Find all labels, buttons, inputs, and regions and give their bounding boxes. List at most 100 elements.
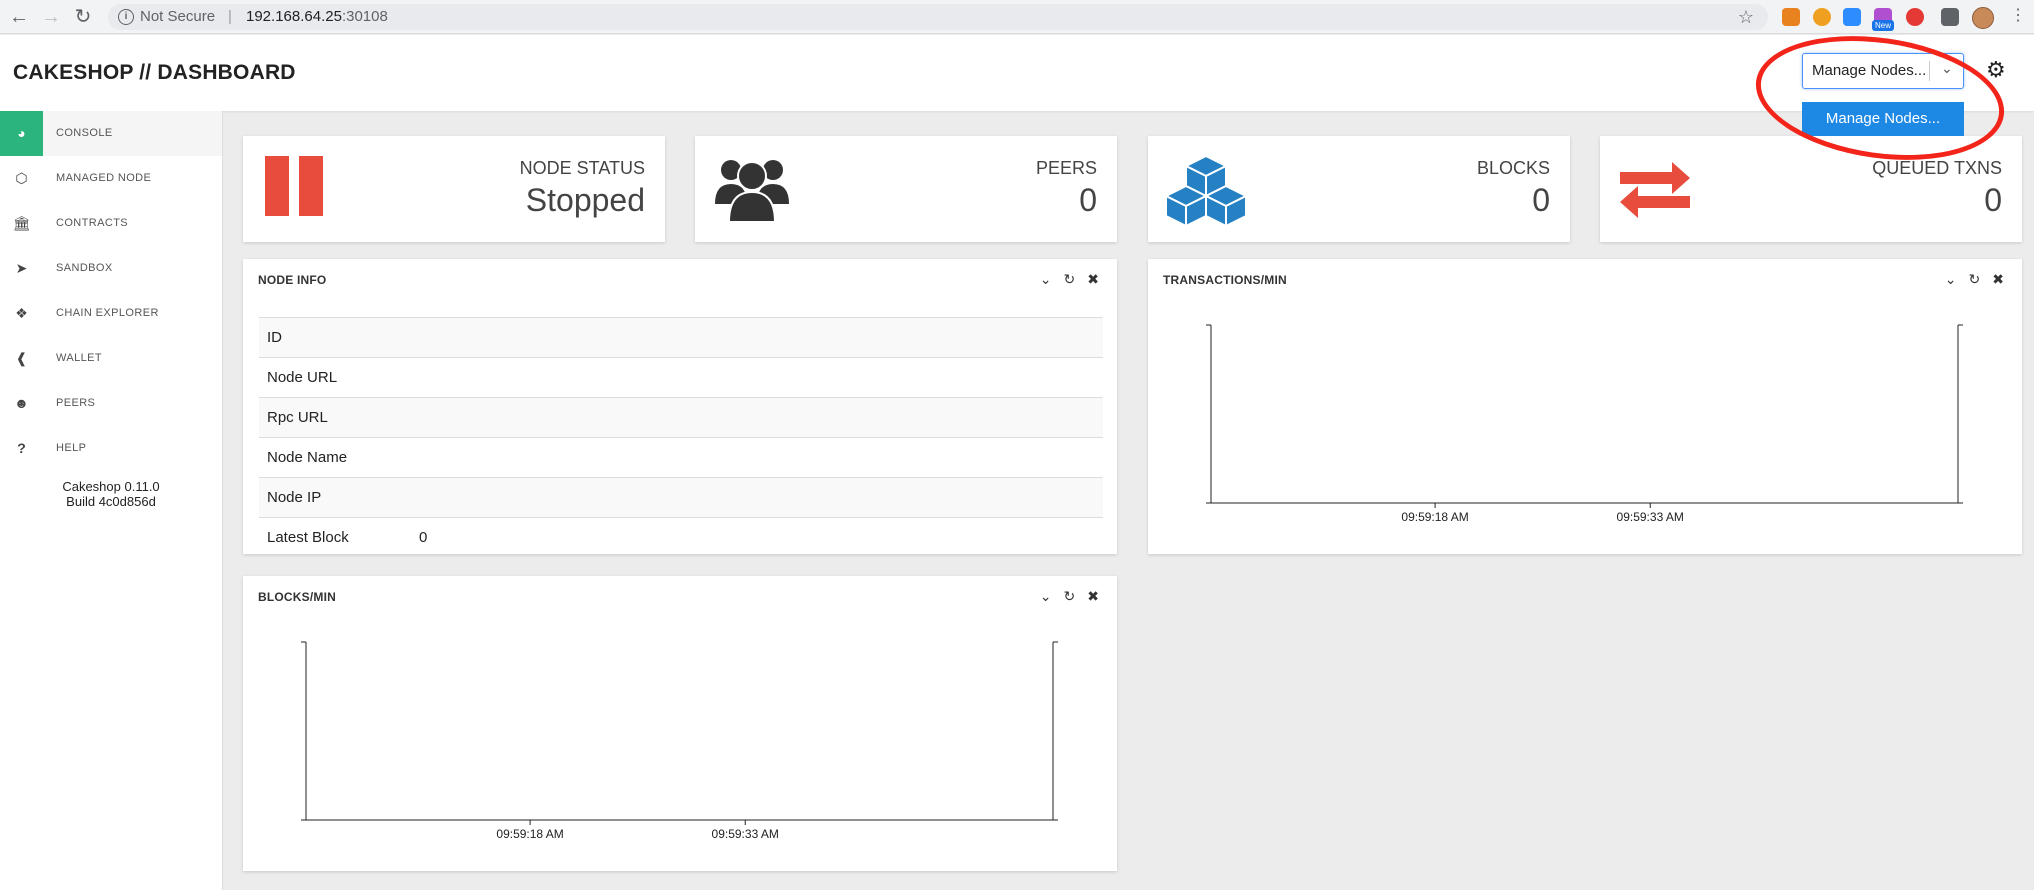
refresh-icon[interactable]: ↻ xyxy=(1064,271,1076,287)
row-key: Rpc URL xyxy=(267,409,328,426)
select-value: Manage Nodes... xyxy=(1812,62,1927,79)
sidebar-item-label: CHAIN EXPLORER xyxy=(56,307,159,319)
row-key: Latest Block xyxy=(267,529,349,546)
metamask-extension-icon[interactable] xyxy=(1782,8,1800,26)
transactions-per-min-panel: TRANSACTIONS/MIN ⌄ ↻ ✖ 09:59:18 AM 09:59:33… xyxy=(1148,259,2022,554)
question-icon: ? xyxy=(17,440,26,456)
x-tick-label: 09:59:18 AM xyxy=(496,827,563,841)
sidebar-item-contracts[interactable]: 🏛 CONTRACTS xyxy=(0,201,222,246)
browser-menu-icon[interactable]: ⋮ xyxy=(2010,7,2026,25)
profile-avatar[interactable] xyxy=(1972,7,1994,29)
version-label: Cakeshop 0.11.0 xyxy=(62,479,160,494)
x-tick-label: 09:59:33 AM xyxy=(712,827,779,841)
address-bar[interactable]: i Not Secure | 192.168.64.25:30108 ☆ xyxy=(108,4,1768,30)
node-status-value: Stopped xyxy=(525,182,645,218)
sidebar-item-label: SANDBOX xyxy=(56,262,113,274)
queued-txns-value: 0 xyxy=(1984,182,2002,218)
blocks-title: BLOCKS xyxy=(1476,158,1550,178)
table-row: ID xyxy=(259,317,1103,357)
zoom-extension-icon[interactable] xyxy=(1843,8,1861,26)
blocks-card: BLOCKS 0 xyxy=(1148,136,1570,242)
forward-arrow-icon[interactable]: → xyxy=(40,6,62,28)
sidebar-item-label: HELP xyxy=(56,442,87,454)
dashboard-icon: ◕ xyxy=(0,111,43,156)
sidebar-item-peers[interactable]: ☻ PEERS xyxy=(0,381,222,426)
blocks-per-min-panel: BLOCKS/MIN ⌄ ↻ ✖ 09:59:18 AM 09:59:33 AM xyxy=(243,576,1117,871)
sidebar: ◕ CONSOLE ⬡ MANAGED NODE 🏛 CONTRACTS ➤ S… xyxy=(0,111,223,890)
bank-icon: 🏛 xyxy=(12,215,31,231)
sidebar-item-wallet[interactable]: ❰ WALLET xyxy=(0,336,222,381)
panel-controls: ⌄ ↻ ✖ xyxy=(1028,271,1099,288)
peers-card: PEERS 0 xyxy=(695,136,1117,242)
users-icon: ☻ xyxy=(14,395,29,411)
sidebar-item-label: CONSOLE xyxy=(56,127,113,139)
node-info-panel: NODE INFO ⌄ ↻ ✖ ID Node URL Rpc URL Node N… xyxy=(243,259,1117,554)
address-separator: | xyxy=(228,8,232,25)
row-value: 0 xyxy=(419,529,428,546)
users-icon xyxy=(711,154,801,224)
app-header: CAKESHOP // DASHBOARD Manage Nodes... ⌄ … xyxy=(0,35,2034,111)
info-icon[interactable]: i xyxy=(118,9,134,25)
extension-icon[interactable] xyxy=(1813,8,1831,26)
cubes-icon xyxy=(1163,154,1254,228)
node-status-title: NODE STATUS xyxy=(519,158,645,178)
row-key: ID xyxy=(267,329,282,346)
sidebar-item-sandbox[interactable]: ➤ SANDBOX xyxy=(0,246,222,291)
codepen-icon: ⬡ xyxy=(15,170,28,186)
version-info: Cakeshop 0.11.0 Build 4c0d856d xyxy=(0,479,222,509)
close-icon[interactable]: ✖ xyxy=(1087,271,1099,287)
row-key: Node URL xyxy=(267,369,338,386)
x-tick-label: 09:59:33 AM xyxy=(1617,510,1684,524)
build-label: Build 4c0d856d xyxy=(66,494,156,509)
transactions-chart: 09:59:18 AM 09:59:33 AM xyxy=(1206,324,1963,524)
blocks-chart: 09:59:18 AM 09:59:33 AM xyxy=(301,641,1058,841)
cubes-icon: ❖ xyxy=(15,305,28,321)
row-key: Node IP xyxy=(267,489,322,506)
sidebar-item-chain-explorer[interactable]: ❖ CHAIN EXPLORER xyxy=(0,291,222,336)
wallet-icon: ❰ xyxy=(15,350,28,366)
sidebar-item-label: CONTRACTS xyxy=(56,217,129,229)
gear-icon[interactable]: ⚙ xyxy=(1986,57,2006,83)
extension-icon[interactable] xyxy=(1906,8,1924,26)
reload-icon[interactable]: ↻ xyxy=(72,6,94,28)
table-row: Node URL xyxy=(259,357,1103,397)
exchange-arrows-icon xyxy=(1616,154,1706,224)
security-label: Not Secure xyxy=(140,8,216,25)
blocks-value: 0 xyxy=(1532,182,1550,218)
peers-value: 0 xyxy=(1079,182,1097,218)
url-port: :30108 xyxy=(341,8,388,25)
sidebar-item-managed-node[interactable]: ⬡ MANAGED NODE xyxy=(0,156,222,201)
sidebar-item-label: WALLET xyxy=(56,352,103,364)
manage-nodes-select[interactable]: Manage Nodes... ⌄ xyxy=(1802,53,1964,89)
queued-txns-title: QUEUED TXNS xyxy=(1872,158,2002,178)
table-row: Node IP xyxy=(259,477,1103,517)
puzzle-extensions-icon[interactable] xyxy=(1941,8,1959,26)
table-row: Latest Block 0 xyxy=(259,517,1103,557)
bookmark-star-icon[interactable]: ☆ xyxy=(1738,4,1754,30)
sidebar-item-label: PEERS xyxy=(56,397,96,409)
table-row: Node Name xyxy=(259,437,1103,477)
row-key: Node Name xyxy=(267,449,348,466)
node-info-table: ID Node URL Rpc URL Node Name Node IP La… xyxy=(259,317,1103,557)
sidebar-item-console[interactable]: ◕ CONSOLE xyxy=(0,111,222,156)
select-divider xyxy=(1929,61,1930,81)
dropdown-option-manage-nodes[interactable]: Manage Nodes... xyxy=(1802,102,1964,136)
collapse-chevron-icon[interactable]: ⌄ xyxy=(1040,271,1052,287)
page-title: CAKESHOP // DASHBOARD xyxy=(13,61,296,84)
back-arrow-icon[interactable]: ← xyxy=(8,6,30,28)
table-row: Rpc URL xyxy=(259,397,1103,437)
panel-title: NODE INFO xyxy=(258,273,327,287)
node-status-card: NODE STATUS Stopped xyxy=(243,136,665,242)
x-tick-label: 09:59:18 AM xyxy=(1401,510,1468,524)
chevron-down-icon[interactable]: ⌄ xyxy=(1941,60,1953,77)
queued-txns-card: QUEUED TXNS 0 xyxy=(1600,136,2022,242)
sidebar-item-label: MANAGED NODE xyxy=(56,172,152,184)
url-text: 192.168.64.25:30108 xyxy=(246,4,388,30)
paper-plane-icon: ➤ xyxy=(15,260,28,276)
peers-title: PEERS xyxy=(1035,158,1097,178)
new-badge: New xyxy=(1872,20,1895,31)
browser-toolbar: ← → ↻ i Not Secure | 192.168.64.25:30108… xyxy=(0,0,2034,34)
pause-icon xyxy=(259,154,349,224)
sidebar-item-help[interactable]: ? HELP xyxy=(0,426,222,471)
url-host: 192.168.64.25 xyxy=(246,8,342,25)
